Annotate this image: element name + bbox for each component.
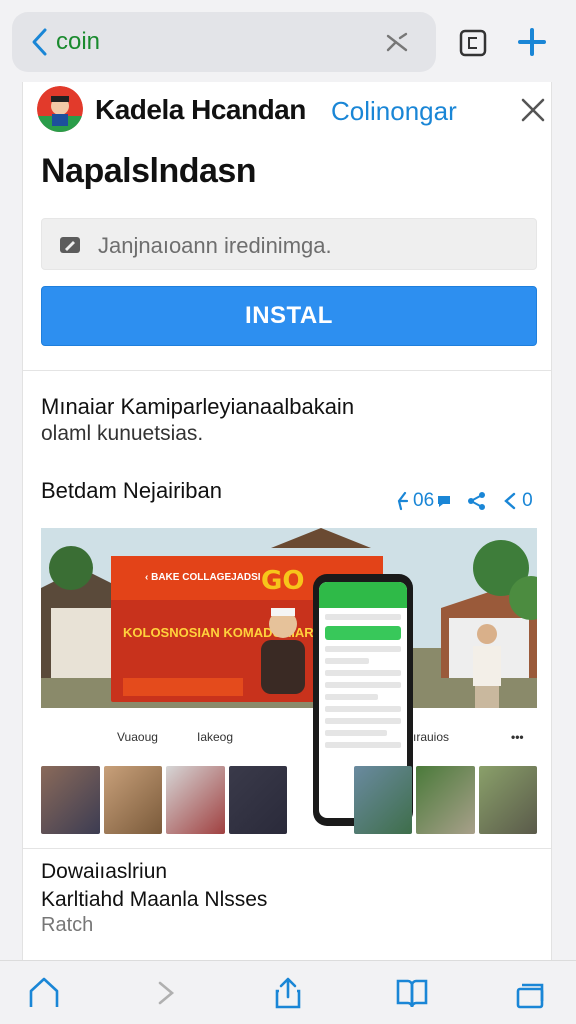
stats-row: 06 0 (395, 488, 533, 514)
save-stat[interactable]: 0 (502, 490, 533, 512)
search-input[interactable]: Janjnaıoann iredinimga. (41, 218, 537, 270)
promo-subbar (123, 678, 243, 696)
developer-link[interactable]: Colinongar (331, 96, 457, 127)
close-icon[interactable] (519, 96, 547, 124)
footer-title: Dowaiıaslriun (41, 860, 168, 883)
browser-top-bar: coin (0, 0, 576, 82)
share-icon[interactable] (466, 490, 488, 512)
thumbnail[interactable] (416, 766, 475, 834)
browser-toolbar (0, 960, 576, 1024)
forward-icon[interactable] (148, 975, 184, 1011)
back-chevron-icon[interactable] (28, 26, 52, 58)
likes-count: 06 (413, 490, 435, 511)
screenshot-caption-row: Vuaoug Iakeog ırauios ••• (41, 724, 537, 748)
app-screenshot-gallery[interactable]: ‹ BAKE COLLAGEJADSI GO KOLOSNOSIAN KOMAD… (41, 528, 537, 836)
description-line-2: olaml kunuetsias. (41, 422, 204, 445)
address-bar[interactable]: coin (12, 12, 436, 72)
install-button[interactable]: INSTAL (41, 286, 537, 346)
thumbnail[interactable] (478, 766, 537, 834)
new-tab-plus-icon[interactable] (516, 26, 548, 58)
comment-icon (438, 496, 451, 507)
divider (23, 848, 551, 849)
footer-subtitle: Karltiahd Maanla Nlsses (41, 888, 268, 911)
more-icon[interactable]: ••• (511, 730, 524, 744)
presenter-figure (261, 608, 305, 694)
screenshot-hero: ‹ BAKE COLLAGEJADSI GO KOLOSNOSIAN KOMAD… (41, 528, 537, 708)
footer-rating: Ratch (41, 914, 94, 936)
search-placeholder: Janjnaıoann iredinimga. (98, 233, 332, 258)
address-text[interactable]: coin (56, 28, 100, 56)
tabs-icon[interactable] (458, 28, 488, 58)
divider (23, 370, 551, 371)
app-name: Kadela Hcandan (95, 94, 306, 125)
caption-mid: Iakeog (197, 730, 234, 744)
visitor-figure (473, 624, 501, 708)
thumbnail[interactable] (228, 766, 287, 834)
home-icon[interactable] (26, 975, 62, 1011)
bookmarks-icon[interactable] (394, 975, 430, 1011)
gallery-section-title: Betdam Nejairiban (41, 478, 222, 503)
thumbnail[interactable] (166, 766, 225, 834)
app-install-card: Kadela Hcandan Colinongar Napalslndasn J… (22, 82, 552, 960)
page-title: Napalslndasn (41, 152, 257, 190)
clear-icon[interactable] (384, 30, 412, 54)
share-icon[interactable] (270, 975, 306, 1011)
thumbnail-placeholder (291, 766, 350, 834)
tabs-overview-icon[interactable] (512, 975, 548, 1011)
thumb-icon (397, 491, 409, 511)
thumbnail[interactable] (41, 766, 100, 834)
bookmark-arrow-icon (504, 492, 516, 510)
description-line-1: Mınaiar Kamiparleyianaalbakain (41, 394, 355, 419)
save-count: 0 (522, 490, 533, 511)
caption-right: ırauios (413, 730, 450, 744)
thumbnail-strip (41, 766, 537, 834)
promo-bar-label: ‹ BAKE COLLAGEJADSI (145, 572, 261, 583)
thumbnail[interactable] (353, 766, 412, 834)
caption-left: Vuaoug (117, 730, 158, 744)
thumbnail[interactable] (103, 766, 162, 834)
app-logo (37, 86, 83, 132)
likes-stat[interactable]: 06 (395, 490, 452, 512)
pencil-icon (60, 237, 80, 253)
go-logo-text: GO (261, 566, 305, 596)
